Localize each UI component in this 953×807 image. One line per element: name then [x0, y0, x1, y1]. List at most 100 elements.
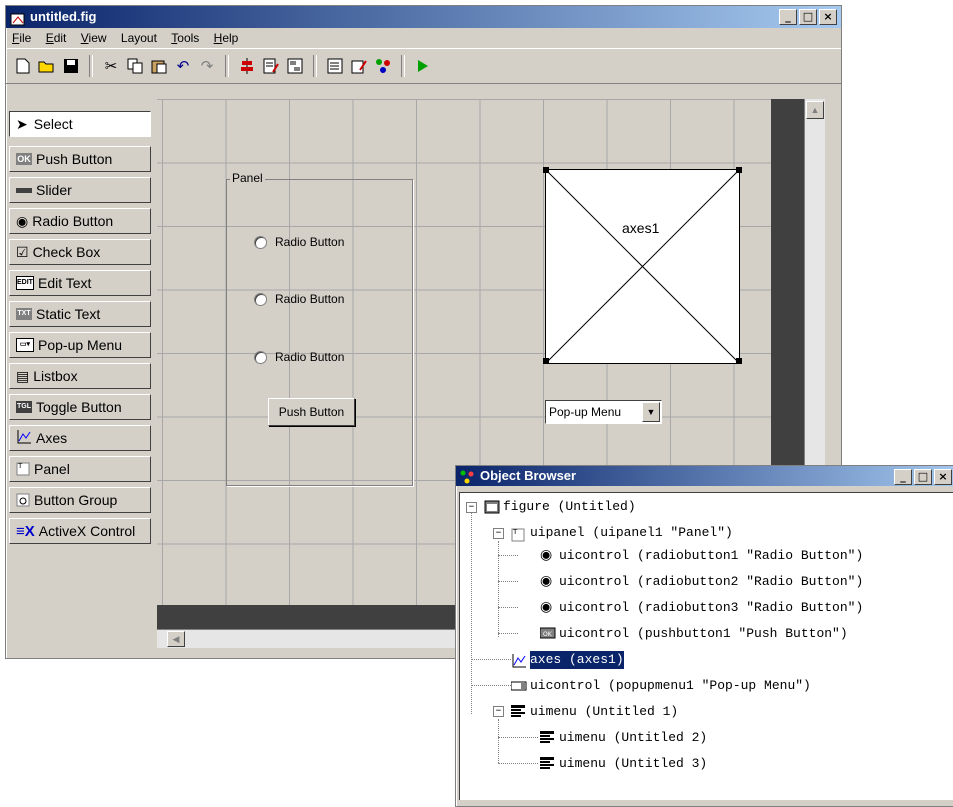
object-browser-titlebar[interactable]: Object Browser _ □ × [456, 466, 953, 486]
tree-node-uimenu2[interactable]: uimenu (Untitled 2) [540, 729, 707, 747]
cut-icon[interactable]: ✂ [102, 57, 120, 75]
tree-node-axes1[interactable]: axes (axes1) [511, 651, 624, 669]
palette-listbox[interactable]: ▤ Listbox [9, 363, 151, 389]
toolbar: ✂ ↶ ↷ [6, 48, 841, 84]
palette-popup-menu[interactable]: ▭▾ Pop-up Menu [9, 332, 151, 358]
radio-button-icon: ◉ [540, 600, 553, 616]
push-button-icon: OK [539, 627, 556, 641]
palette-panel[interactable]: T Panel [9, 456, 151, 482]
tree-node-pushbutton1[interactable]: OK uicontrol (pushbutton1 "Push Button") [539, 625, 848, 643]
panel-title: Panel [230, 171, 265, 185]
paste-icon[interactable] [150, 57, 168, 75]
panel-icon: T [16, 460, 30, 479]
collapse-icon[interactable]: − [493, 706, 504, 717]
property-inspector-icon[interactable] [350, 57, 368, 75]
tab-order-icon[interactable] [286, 57, 304, 75]
axes-icon [511, 653, 527, 668]
canvas-radio-button-1[interactable]: Radio Button [254, 235, 344, 249]
tree-node-radiobutton1[interactable]: ◉ uicontrol (radiobutton1 "Radio Button") [540, 547, 863, 565]
new-icon[interactable] [14, 57, 32, 75]
selection-handle[interactable] [736, 167, 742, 173]
check-box-icon: ☑ [16, 243, 29, 260]
copy-icon[interactable] [126, 57, 144, 75]
ob-maximize-button[interactable]: □ [914, 469, 932, 485]
palette-button-group[interactable]: Button Group [9, 487, 151, 513]
save-icon[interactable] [62, 57, 80, 75]
canvas-radio-button-3[interactable]: Radio Button [254, 350, 344, 364]
canvas-panel[interactable] [226, 179, 413, 486]
selection-handle[interactable] [543, 167, 549, 173]
palette-axes[interactable]: Axes [9, 425, 151, 451]
palette-toggle-button[interactable]: TGL Toggle Button [9, 394, 151, 420]
menu-editor-icon[interactable] [262, 57, 280, 75]
collapse-icon[interactable]: − [466, 502, 477, 513]
canvas-push-button[interactable]: Push Button [268, 398, 355, 426]
tree-node-radiobutton2[interactable]: ◉ uicontrol (radiobutton2 "Radio Button") [540, 573, 863, 591]
selection-handle[interactable] [736, 358, 742, 364]
tree-node-radiobutton3[interactable]: ◉ uicontrol (radiobutton3 "Radio Button") [540, 599, 863, 617]
ob-minimize-button[interactable]: _ [894, 469, 912, 485]
tree-node-uipanel[interactable]: Tuipanel (uipanel1 "Panel") [511, 524, 733, 542]
tree-node-figure[interactable]: figure (Untitled) [484, 498, 636, 516]
menu-layout[interactable]: Layout [121, 31, 157, 45]
axes-icon [16, 429, 32, 448]
palette-select[interactable]: ➤ Select [9, 111, 151, 137]
palette-static-text[interactable]: TXT Static Text [9, 301, 151, 327]
uimenu-icon [511, 705, 527, 719]
slider-icon [16, 187, 32, 193]
palette-push-button[interactable]: OK Push Button [9, 146, 151, 172]
menu-tools[interactable]: Tools [171, 31, 199, 45]
scroll-up-icon[interactable]: ▲ [806, 101, 824, 119]
dropdown-arrow-icon[interactable]: ▼ [642, 402, 660, 422]
tree-line [498, 633, 518, 634]
tree-node-uimenu1[interactable]: uimenu (Untitled 1) [511, 703, 678, 721]
menu-edit[interactable]: Edit [46, 31, 67, 45]
object-tree[interactable]: − − − figure (Untitled) Tuipanel (uipane… [459, 492, 953, 800]
menu-view[interactable]: View [81, 31, 107, 45]
redo-icon[interactable]: ↷ [198, 57, 216, 75]
run-icon[interactable] [414, 57, 432, 75]
ob-close-button[interactable]: × [934, 469, 952, 485]
canvas-popup-menu[interactable]: Pop-up Menu ▼ [545, 400, 662, 424]
open-icon[interactable] [38, 57, 56, 75]
close-button[interactable]: × [819, 9, 837, 25]
figure-file-icon [10, 11, 26, 26]
m-file-editor-icon[interactable] [326, 57, 344, 75]
listbox-icon: ▤ [16, 367, 30, 384]
palette-slider[interactable]: Slider [9, 177, 151, 203]
guide-titlebar[interactable]: untitled.fig _ □ × [6, 6, 841, 28]
canvas-axes[interactable]: axes1 [545, 169, 740, 364]
svg-text:T: T [17, 462, 23, 470]
minimize-button[interactable]: _ [779, 9, 797, 25]
align-icon[interactable] [238, 57, 256, 75]
svg-text:T: T [512, 528, 518, 536]
svg-text:OK: OK [543, 631, 553, 638]
toolbar-separator [89, 55, 93, 77]
collapse-icon[interactable]: − [493, 528, 504, 539]
palette-radio-button[interactable]: ◉ Radio Button [9, 208, 151, 234]
menubar: File Edit View Layout Tools Help [6, 28, 841, 48]
canvas-radio-button-2[interactable]: Radio Button [254, 292, 344, 306]
palette-edit-text[interactable]: EDIT Edit Text [9, 270, 151, 296]
tree-node-popupmenu1[interactable]: uicontrol (popupmenu1 "Pop-up Menu") [510, 677, 811, 695]
scroll-left-icon[interactable]: ◀ [167, 631, 185, 647]
tree-line [498, 581, 518, 582]
selection-handle[interactable] [543, 358, 549, 364]
popup-menu-icon: ▭▾ [16, 338, 34, 352]
object-browser-icon[interactable] [374, 57, 392, 75]
undo-icon[interactable]: ↶ [174, 57, 192, 75]
panel-icon: T [511, 526, 527, 542]
palette-check-box[interactable]: ☑ Check Box [9, 239, 151, 265]
palette-activex[interactable]: ≡X ActiveX Control [9, 518, 151, 544]
tree-line [498, 719, 499, 763]
menu-file[interactable]: File [12, 31, 31, 45]
radio-circle-icon [254, 292, 267, 306]
axes-label: axes1 [620, 220, 662, 236]
object-browser-icon [460, 470, 476, 484]
toolbar-separator [225, 55, 229, 77]
maximize-button[interactable]: □ [799, 9, 817, 25]
tree-node-uimenu3[interactable]: uimenu (Untitled 3) [540, 755, 707, 773]
radio-circle-icon [254, 235, 267, 249]
radio-button-icon: ◉ [16, 212, 29, 229]
menu-help[interactable]: Help [214, 31, 239, 45]
